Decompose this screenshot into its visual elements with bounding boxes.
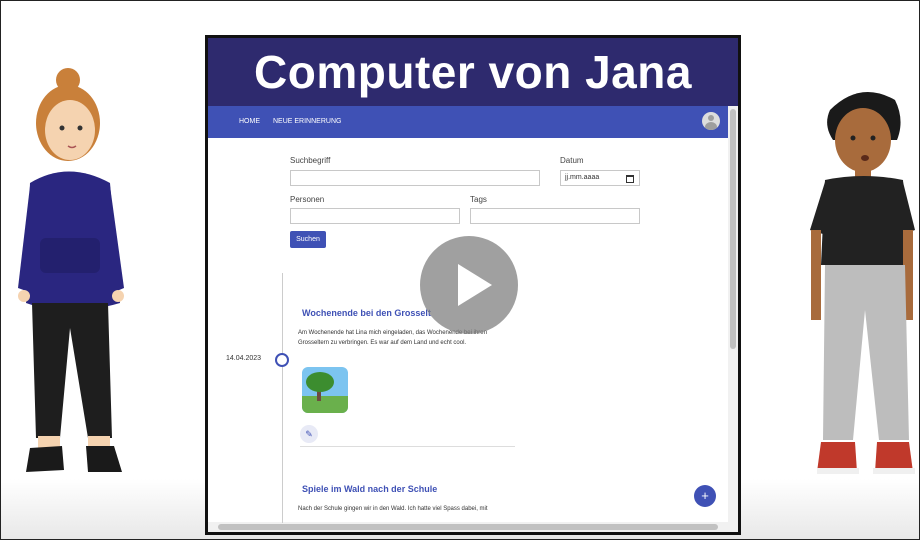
calendar-icon[interactable] <box>626 175 634 183</box>
horizontal-scrollbar[interactable] <box>208 522 728 532</box>
nav-new-memory[interactable]: NEUE ERINNERUNG <box>273 118 341 125</box>
entry-divider <box>300 446 515 447</box>
app-bar: HOME NEUE ERINNERUNG <box>208 106 728 138</box>
timeline-dot <box>275 353 289 367</box>
play-button[interactable] <box>420 236 518 334</box>
entry-text-2: Nach der Schule gingen wir in den Wald. … <box>298 506 488 512</box>
play-icon <box>458 264 492 306</box>
timeline-line <box>282 273 283 523</box>
entry-title[interactable]: Wochenende bei den Grosselt <box>302 308 431 318</box>
persons-input[interactable] <box>290 208 460 224</box>
entry-title-2[interactable]: Spiele im Wald nach der Schule <box>302 484 437 494</box>
entry-image[interactable] <box>302 367 348 413</box>
search-button[interactable]: Suchen <box>290 231 326 248</box>
persons-label: Personen <box>290 195 325 204</box>
nav-home[interactable]: HOME <box>239 118 260 125</box>
search-label: Suchbegriff <box>290 156 331 165</box>
account-icon[interactable] <box>702 112 720 130</box>
plus-icon[interactable]: + <box>694 485 716 507</box>
character-boy-right <box>810 92 915 474</box>
date-input[interactable]: jj.mm.aaaa <box>560 170 640 186</box>
pencil-icon[interactable]: ✎ <box>300 425 318 443</box>
date-label: Datum <box>560 156 584 165</box>
date-placeholder: jj.mm.aaaa <box>565 174 600 181</box>
character-girl-left <box>18 68 124 472</box>
video-title: Computer von Jana <box>208 38 738 106</box>
tags-input[interactable] <box>470 208 640 224</box>
tags-label: Tags <box>470 195 487 204</box>
vertical-scrollbar[interactable] <box>728 106 738 532</box>
search-input[interactable] <box>290 170 540 186</box>
entry-date: 14.04.2023 <box>226 355 262 362</box>
